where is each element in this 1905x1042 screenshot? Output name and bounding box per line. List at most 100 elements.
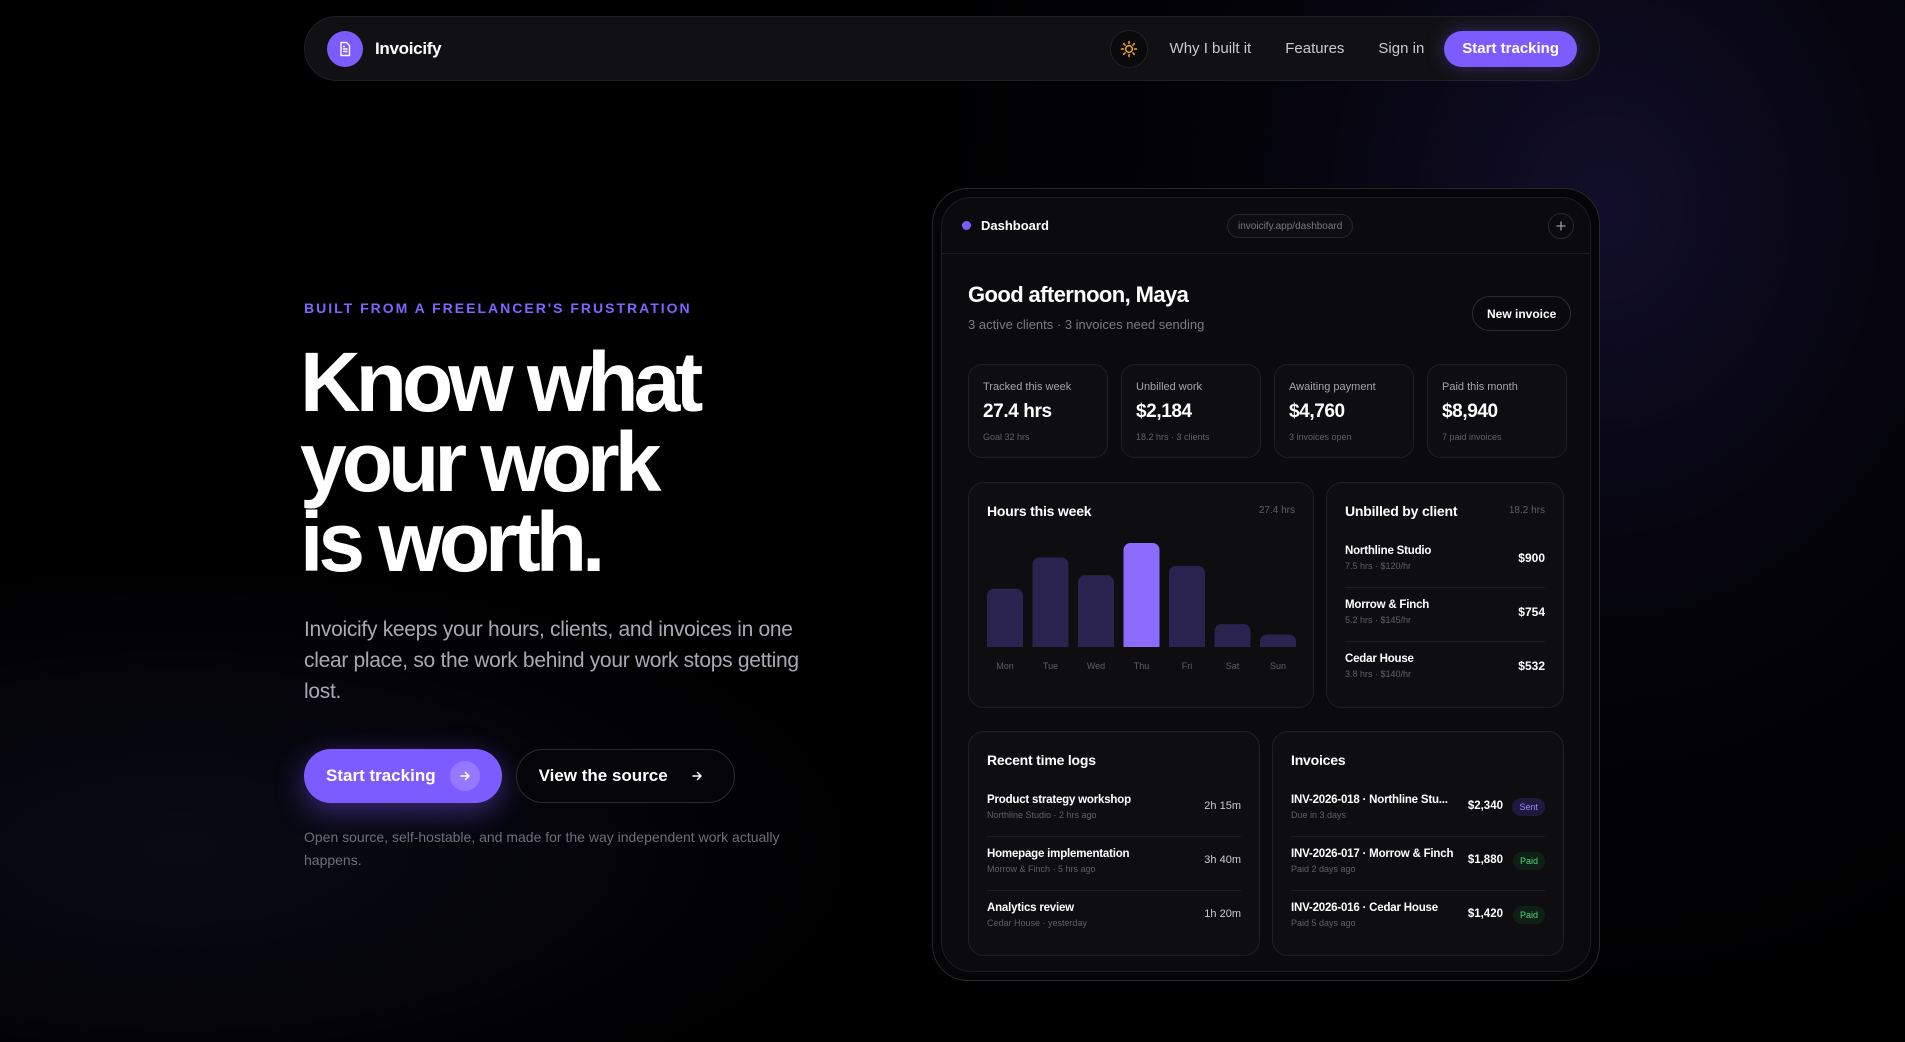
table-row[interactable]: INV-2026-016 · Cedar House Paid 5 days a…: [1291, 890, 1545, 944]
stat-label: Paid this month: [1442, 381, 1518, 393]
invoice-sub: Paid 5 days ago: [1291, 918, 1356, 928]
dashboard-preview: Dashboard invoicify.app/dashboard Good a…: [932, 188, 1600, 981]
dashboard-screen: Dashboard invoicify.app/dashboard Good a…: [941, 197, 1591, 972]
client-name: Northline Studio: [1345, 545, 1432, 557]
status-badge: Paid: [1512, 852, 1545, 870]
stat-value: $2,184: [1136, 401, 1192, 422]
new-invoice-button[interactable]: New invoice: [1472, 296, 1572, 331]
list-item[interactable]: Morrow & Finch 5.2 hrs · $145/hr $754: [1345, 587, 1545, 641]
stat-value: 27.4 hrs: [983, 401, 1052, 422]
hours-chart-card: Hours this week 27.4 hrs Mon Tue Wed Thu Fri…: [968, 482, 1314, 708]
view-source-button[interactable]: View the source: [515, 749, 735, 803]
table-row[interactable]: INV-2026-018 · Northline Stu... Due in 3…: [1291, 782, 1545, 836]
headline-line: your work: [300, 415, 661, 509]
bar-tue: [1032, 557, 1069, 653]
stat-sub: 18.2 hrs · 3 clients: [1136, 432, 1210, 442]
log-name: Product strategy workshop: [987, 794, 1131, 806]
tick-label-tue: Tue: [1043, 661, 1058, 671]
sun-icon: [1120, 40, 1137, 57]
stats-row: Tracked this week 27.4 hrs Goal 32 hrs U…: [968, 364, 1567, 458]
invoice-amount: $1,420: [1467, 908, 1503, 920]
hero-cta-row: Start tracking View the source: [304, 749, 735, 803]
list-item[interactable]: Analytics review Cedar House · yesterday…: [987, 890, 1241, 944]
hero-eyebrow: BUILT FROM A FREELANCER'S FRUSTRATION: [304, 300, 692, 316]
dashboard-title: Dashboard: [981, 218, 1049, 233]
tick-label-sat: Sat: [1226, 661, 1240, 671]
client-name: Cedar House: [1345, 653, 1414, 665]
stat-value: $8,940: [1442, 401, 1498, 422]
hours-bar-chart: Mon Tue Wed Thu Fri Sat Sun: [979, 543, 1305, 671]
log-sub: Morrow & Finch · 5 hrs ago: [987, 864, 1096, 874]
invoice-name: INV-2026-018 · Northline Stu...: [1291, 794, 1448, 806]
headline-line: is worth.: [300, 495, 605, 589]
plus-icon[interactable]: [1548, 213, 1574, 239]
document-icon: [327, 30, 363, 67]
nav-link-features[interactable]: Features: [1285, 40, 1344, 57]
list-item[interactable]: Homepage implementation Morrow & Finch ·…: [987, 836, 1241, 890]
stat-card: Paid this month $8,940 7 paid invoices: [1427, 364, 1567, 458]
stat-sub: 7 paid invoices: [1442, 432, 1502, 442]
stat-sub: 3 invoices open: [1289, 432, 1352, 442]
log-duration: 2h 15m: [1204, 800, 1241, 812]
card-meta: 18.2 hrs: [1508, 505, 1545, 516]
table-row[interactable]: INV-2026-017 · Morrow & Finch Paid 2 day…: [1291, 836, 1545, 890]
arrow-right-icon: [682, 761, 712, 791]
client-sub: 5.2 hrs · $145/hr: [1345, 615, 1412, 625]
tick-label-sun: Sun: [1270, 661, 1286, 671]
list-item[interactable]: Northline Studio 7.5 hrs · $120/hr $900: [1345, 533, 1545, 587]
top-nav: Invoicify Why I built it Features Sign i…: [304, 16, 1600, 81]
stat-label: Awaiting payment: [1289, 381, 1376, 393]
url-pill: invoicify.app/dashboard: [1227, 214, 1354, 238]
view-source-label: View the source: [538, 766, 668, 785]
invoices-card: Invoices INV-2026-018 · Northline Stu...…: [1272, 731, 1564, 956]
stat-label: Tracked this week: [983, 381, 1072, 393]
start-tracking-button[interactable]: Start tracking: [304, 749, 502, 803]
brand-name: Invoicify: [375, 38, 442, 58]
card-title: Invoices: [1291, 752, 1346, 768]
greeting: Good afternoon, Maya: [968, 282, 1189, 307]
tick-label-mon: Mon: [996, 661, 1014, 671]
stat-sub: Goal 32 hrs: [983, 432, 1030, 442]
nav-link-why[interactable]: Why I built it: [1170, 40, 1252, 57]
log-sub: Northline Studio · 2 hrs ago: [987, 810, 1097, 820]
list-item[interactable]: Cedar House 3.8 hrs · $140/hr $532: [1345, 641, 1545, 695]
invoice-amount: $1,880: [1467, 854, 1503, 866]
stat-card: Unbilled work $2,184 18.2 hrs · 3 client…: [1121, 364, 1261, 458]
card-title: Unbilled by client: [1345, 503, 1458, 519]
client-sub: 7.5 hrs · $120/hr: [1345, 561, 1412, 571]
card-title: Recent time logs: [987, 752, 1096, 768]
log-duration: 3h 40m: [1204, 854, 1241, 866]
time-logs-card: Recent time logs Product strategy worksh…: [968, 731, 1260, 956]
headline-line: Know what: [300, 335, 703, 429]
brand-logo[interactable]: Invoicify: [327, 30, 442, 67]
nav-link-sign-in[interactable]: Sign in: [1378, 40, 1424, 57]
invoice-amount: $2,340: [1467, 800, 1503, 812]
invoice-name: INV-2026-017 · Morrow & Finch: [1291, 848, 1454, 860]
list-item[interactable]: Product strategy workshop Northline Stud…: [987, 782, 1241, 836]
hero-description: Invoicify keeps your hours, clients, and…: [304, 618, 799, 703]
arrow-right-icon: [449, 761, 480, 791]
client-amount: $532: [1518, 659, 1545, 673]
log-sub: Cedar House · yesterday: [987, 918, 1088, 928]
bar-mon: [987, 588, 1023, 653]
invoice-sub: Due in 3 days: [1291, 810, 1347, 820]
bar-fri: [1169, 565, 1205, 653]
theme-toggle-button[interactable]: [1109, 29, 1148, 68]
greeting-subtitle: 3 active clients · 3 invoices need sendi…: [968, 317, 1205, 332]
chart-baseline-mask: [979, 647, 1305, 654]
dashboard-topbar: Dashboard invoicify.app/dashboard: [942, 198, 1590, 254]
stat-card: Tracked this week 27.4 hrs Goal 32 hrs: [968, 364, 1108, 458]
tick-label-fri: Fri: [1182, 661, 1193, 671]
client-amount: $900: [1518, 551, 1545, 565]
status-dot: [962, 221, 971, 230]
bar-wed: [1078, 575, 1114, 653]
tick-label-wed: Wed: [1087, 661, 1105, 671]
log-name: Homepage implementation: [987, 848, 1130, 860]
client-amount: $754: [1518, 605, 1545, 619]
client-sub: 3.8 hrs · $140/hr: [1345, 669, 1412, 679]
start-tracking-nav-button[interactable]: Start tracking: [1444, 30, 1577, 67]
hero-headline: Know what your work is worth.: [300, 335, 820, 589]
log-name: Analytics review: [987, 902, 1074, 914]
hero-footnote: Open source, self-hostable, and made for…: [304, 829, 780, 868]
invoice-sub: Paid 2 days ago: [1291, 864, 1356, 874]
